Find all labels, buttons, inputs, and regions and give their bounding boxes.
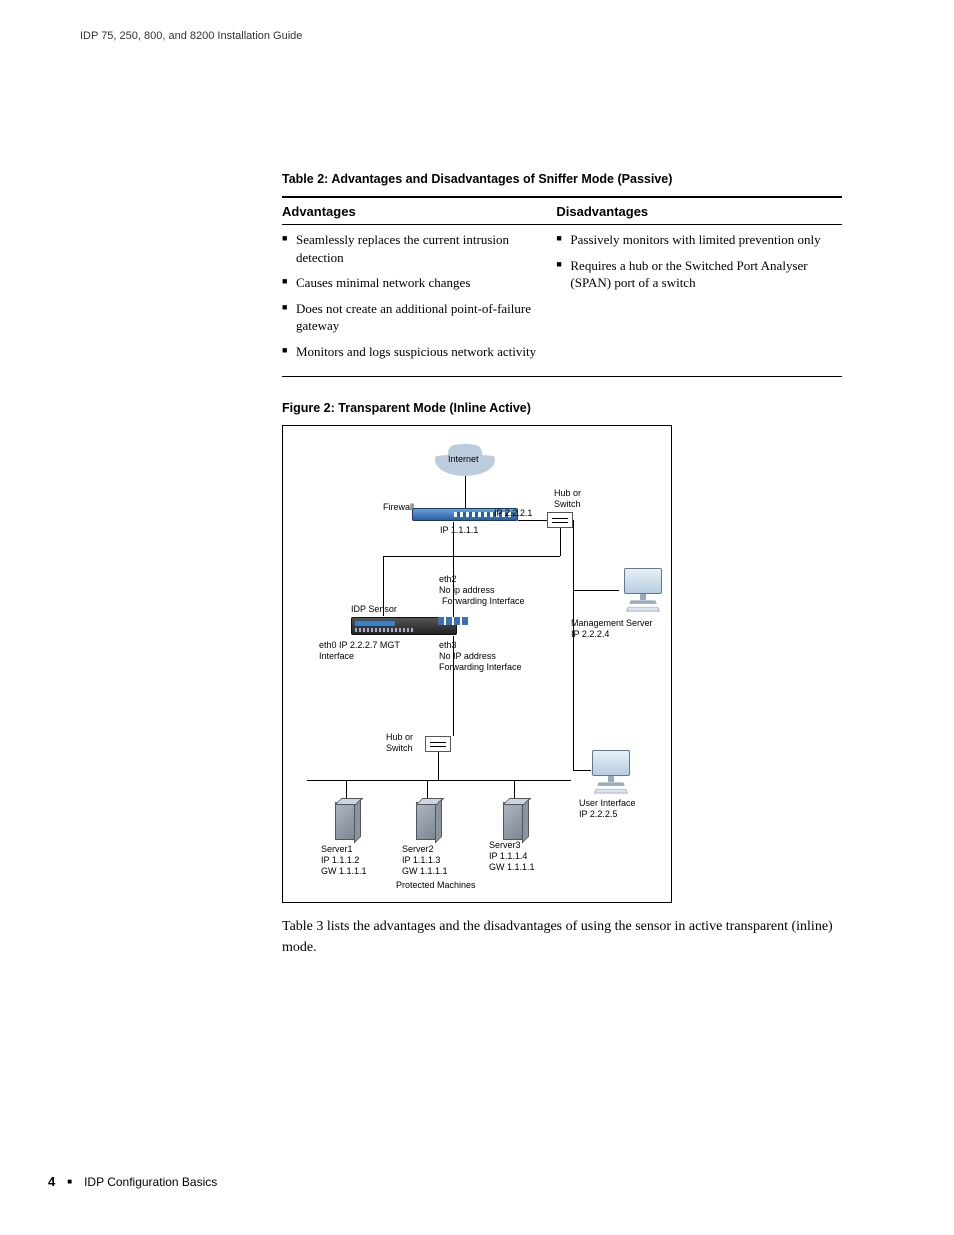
sensor-ports-icon [438,617,470,625]
label-server2-1: Server2 [402,844,434,855]
running-header: IDP 75, 250, 800, and 8200 Installation … [80,30,302,42]
figure-2-diagram: Internet Firewall IP 2.2.2.1 IP 1.1.1.1 … [282,425,672,903]
body-paragraph: Table 3 lists the advantages and the dis… [282,917,842,958]
label-protected: Protected Machines [396,880,476,891]
list-item: Requires a hub or the Switched Port Anal… [556,257,842,292]
edge [383,556,384,616]
page-content: Table 2: Advantages and Disadvantages of… [282,172,842,958]
label-eth3-3: Forwarding Interface [439,662,522,673]
footer-bullet-icon: ■ [67,1177,72,1186]
label-server1-3: GW 1.1.1.1 [321,866,367,877]
label-eth2-fwd: Forwarding Interface [442,596,525,607]
edge [573,520,574,770]
label-ip-2221: IP 2.2.2.1 [494,508,532,519]
table-2-header-advantages: Advantages [282,198,556,224]
label-server1-1: Server1 [321,844,353,855]
edge [573,590,619,591]
label-eth3-2: No IP address [439,651,496,662]
edge [453,636,454,736]
figure-2-caption: Figure 2: Transparent Mode (Inline Activ… [282,401,842,415]
label-eth2: eth2 [439,574,457,585]
label-server1-2: IP 1.1.1.2 [321,855,359,866]
server-icon [503,802,525,840]
disadvantages-list: Passively monitors with limited preventi… [556,231,842,368]
switch-icon [547,512,573,528]
label-eth0-1: eth0 IP 2.2.2.7 MGT [319,640,400,651]
management-server-icon [621,568,665,612]
table-2: Advantages Disadvantages Seamlessly repl… [282,196,842,377]
table-2-header-disadvantages: Disadvantages [556,198,842,224]
label-server3-2: IP 1.1.1.4 [489,851,527,862]
label-mgmt-2: IP 2.2.2.4 [571,629,609,640]
edge [465,476,466,508]
label-server3-3: GW 1.1.1.1 [489,862,535,873]
label-server2-2: IP 1.1.1.3 [402,855,440,866]
list-item: Causes minimal network changes [282,274,544,292]
label-eth2-noip: No ip address [439,585,495,596]
label-ui-2: IP 2.2.2.5 [579,809,617,820]
server-icon [335,802,357,840]
label-hub-switch-top: Hub or Switch [554,488,581,510]
edge [560,528,561,556]
list-item: Monitors and logs suspicious network act… [282,343,544,361]
edge [438,752,439,780]
server-icon [416,802,438,840]
label-server3-1: Server3 [489,840,521,851]
user-interface-icon [589,750,633,794]
label-ip-1111: IP 1.1.1.1 [440,525,478,536]
edge [383,556,560,557]
table-2-caption: Table 2: Advantages and Disadvantages of… [282,172,842,186]
edge [518,520,547,521]
label-ui-1: User Interface [579,798,636,809]
page-footer: 4 ■ IDP Configuration Basics [48,1174,217,1189]
label-firewall: Firewall [383,502,414,513]
list-item: Seamlessly replaces the current intrusio… [282,231,544,266]
label-hub-switch-bot: Hub or Switch [386,732,413,754]
label-mgmt-1: Management Server [571,618,653,629]
label-eth0-2: Interface [319,651,354,662]
label-idp-sensor: IDP Sensor [351,604,397,615]
advantages-list: Seamlessly replaces the current intrusio… [282,231,556,368]
switch-icon [425,736,451,752]
label-internet: Internet [448,454,479,465]
list-item: Does not create an additional point-of-f… [282,300,544,335]
footer-section: IDP Configuration Basics [84,1175,217,1189]
page-number: 4 [48,1174,55,1189]
label-server2-3: GW 1.1.1.1 [402,866,448,877]
list-item: Passively monitors with limited preventi… [556,231,842,249]
